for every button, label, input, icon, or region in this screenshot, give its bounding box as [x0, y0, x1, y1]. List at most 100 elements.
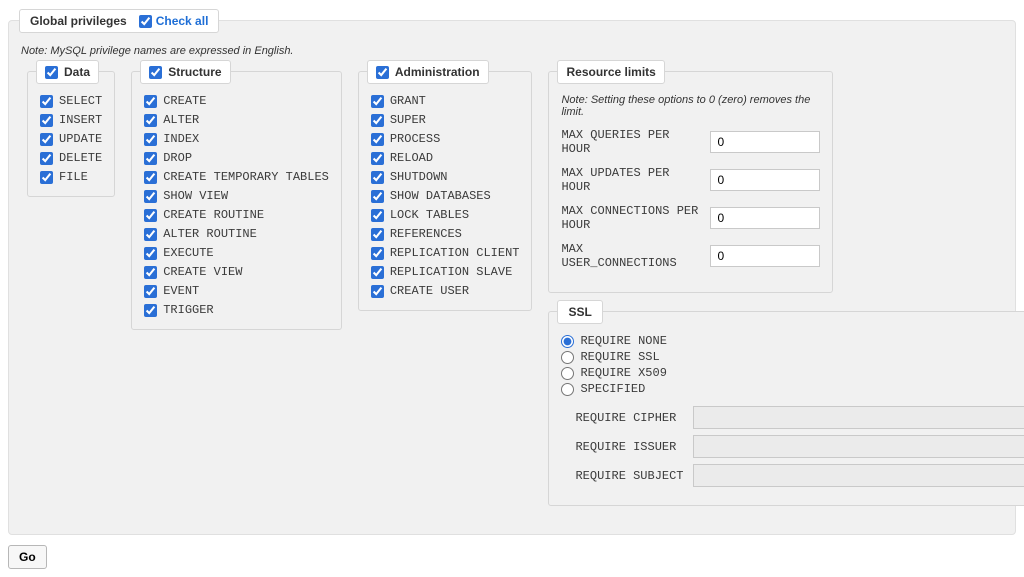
group-administration-checkbox[interactable]	[376, 66, 389, 79]
privilege-row[interactable]: CREATE VIEW	[144, 265, 329, 279]
privilege-row[interactable]: EVENT	[144, 284, 329, 298]
resource-limits-note: Note: Setting these options to 0 (zero) …	[561, 94, 820, 118]
privilege-row[interactable]: RELOAD	[371, 151, 520, 165]
privilege-row[interactable]: CREATE	[144, 94, 329, 108]
privilege-checkbox[interactable]	[144, 171, 157, 184]
privilege-row[interactable]: INSERT	[40, 113, 102, 127]
privilege-checkbox[interactable]	[371, 133, 384, 146]
privilege-label: SUPER	[390, 113, 426, 127]
privilege-row[interactable]: LOCK TABLES	[371, 208, 520, 222]
privilege-checkbox[interactable]	[40, 152, 53, 165]
go-button[interactable]: Go	[8, 545, 47, 569]
ssl-radio-spec-label: SPECIFIED	[580, 382, 645, 396]
rl-row-max-connections: MAX CONNECTIONS PER HOUR	[561, 204, 820, 232]
privilege-checkbox[interactable]	[144, 114, 157, 127]
privilege-checkbox[interactable]	[40, 95, 53, 108]
ssl-radio-ssl-row[interactable]: REQUIRE SSL	[561, 350, 1024, 364]
privilege-row[interactable]: PROCESS	[371, 132, 520, 146]
privilege-checkbox[interactable]	[371, 266, 384, 279]
panel-title-tab: Global privileges Check all	[19, 9, 219, 33]
ssl-radio-spec[interactable]	[561, 383, 574, 396]
privilege-label: DELETE	[59, 151, 102, 165]
group-data-label: Data	[64, 65, 90, 79]
ssl-radio-spec-row[interactable]: SPECIFIED	[561, 382, 1024, 396]
group-data-checkbox[interactable]	[45, 66, 58, 79]
privilege-checkbox[interactable]	[371, 247, 384, 260]
privilege-row[interactable]: UPDATE	[40, 132, 102, 146]
privilege-row[interactable]: SUPER	[371, 113, 520, 127]
ssl-issuer-row: REQUIRE ISSUER	[575, 435, 1024, 458]
privilege-row[interactable]: CREATE ROUTINE	[144, 208, 329, 222]
ssl-radio-x509-row[interactable]: REQUIRE X509	[561, 366, 1024, 380]
privilege-checkbox[interactable]	[371, 152, 384, 165]
privilege-checkbox[interactable]	[144, 152, 157, 165]
privilege-label: CREATE USER	[390, 284, 469, 298]
privilege-row[interactable]: REPLICATION CLIENT	[371, 246, 520, 260]
ssl-radio-none-row[interactable]: REQUIRE NONE	[561, 334, 1024, 348]
rl-input-max-user-conn[interactable]	[710, 245, 820, 267]
privilege-row[interactable]: SHOW VIEW	[144, 189, 329, 203]
group-administration-list: GRANT SUPER PROCESS RELOAD SHUTDOWN SHOW DATA…	[371, 94, 520, 298]
privilege-row[interactable]: SELECT	[40, 94, 102, 108]
rl-input-max-updates[interactable]	[710, 169, 820, 191]
group-structure-tab: Structure	[140, 60, 230, 84]
ssl-issuer-label: REQUIRE ISSUER	[575, 440, 685, 454]
privilege-row[interactable]: CREATE TEMPORARY TABLES	[144, 170, 329, 184]
privilege-row[interactable]: ALTER	[144, 113, 329, 127]
privilege-row[interactable]: CREATE USER	[371, 284, 520, 298]
privilege-checkbox[interactable]	[144, 266, 157, 279]
ssl-issuer-input[interactable]	[693, 435, 1024, 458]
check-all-checkbox[interactable]	[139, 15, 152, 28]
privilege-checkbox[interactable]	[40, 171, 53, 184]
ssl-radio-x509[interactable]	[561, 367, 574, 380]
ssl-radio-none[interactable]	[561, 335, 574, 348]
privilege-checkbox[interactable]	[40, 114, 53, 127]
privilege-row[interactable]: GRANT	[371, 94, 520, 108]
privilege-label: CREATE ROUTINE	[163, 208, 264, 222]
privilege-checkbox[interactable]	[144, 228, 157, 241]
privilege-checkbox[interactable]	[371, 228, 384, 241]
privilege-row[interactable]: FILE	[40, 170, 102, 184]
group-administration: Administration GRANTSUPERPROCESSRELOADSH…	[358, 71, 533, 311]
privilege-checkbox[interactable]	[371, 190, 384, 203]
privilege-row[interactable]: REFERENCES	[371, 227, 520, 241]
privilege-row[interactable]: INDEX	[144, 132, 329, 146]
privilege-checkbox[interactable]	[144, 285, 157, 298]
privilege-row[interactable]: REPLICATION SLAVE	[371, 265, 520, 279]
ssl-cipher-input[interactable]	[693, 406, 1024, 429]
privilege-checkbox[interactable]	[40, 133, 53, 146]
privilege-row[interactable]: SHUTDOWN	[371, 170, 520, 184]
privilege-checkbox[interactable]	[144, 190, 157, 203]
ssl-subject-input[interactable]	[693, 464, 1024, 487]
privilege-checkbox[interactable]	[144, 247, 157, 260]
privilege-row[interactable]: ALTER ROUTINE	[144, 227, 329, 241]
privilege-row[interactable]: DELETE	[40, 151, 102, 165]
privilege-label: DROP	[163, 151, 192, 165]
privilege-row[interactable]: DROP	[144, 151, 329, 165]
privilege-checkbox[interactable]	[371, 95, 384, 108]
group-structure-checkbox[interactable]	[149, 66, 162, 79]
privilege-label: SELECT	[59, 94, 102, 108]
rl-input-max-queries[interactable]	[710, 131, 820, 153]
privilege-checkbox[interactable]	[144, 133, 157, 146]
privilege-checkbox[interactable]	[144, 304, 157, 317]
privilege-checkbox[interactable]	[371, 285, 384, 298]
rl-row-max-updates: MAX UPDATES PER HOUR	[561, 166, 820, 194]
resource-limits-title: Resource limits	[557, 60, 664, 84]
ssl-radio-ssl[interactable]	[561, 351, 574, 364]
privilege-row[interactable]: TRIGGER	[144, 303, 329, 317]
privilege-label: REFERENCES	[390, 227, 462, 241]
privilege-checkbox[interactable]	[371, 209, 384, 222]
privilege-checkbox[interactable]	[144, 95, 157, 108]
privilege-row[interactable]: EXECUTE	[144, 246, 329, 260]
rl-input-max-connections[interactable]	[710, 207, 820, 229]
privilege-checkbox[interactable]	[144, 209, 157, 222]
group-administration-tab: Administration	[367, 60, 489, 84]
privilege-row[interactable]: SHOW DATABASES	[371, 189, 520, 203]
group-structure-label: Structure	[168, 65, 221, 79]
privilege-checkbox[interactable]	[371, 171, 384, 184]
privilege-label: SHOW DATABASES	[390, 189, 491, 203]
privilege-checkbox[interactable]	[371, 114, 384, 127]
privilege-label: PROCESS	[390, 132, 440, 146]
check-all-label[interactable]: Check all	[156, 14, 209, 28]
